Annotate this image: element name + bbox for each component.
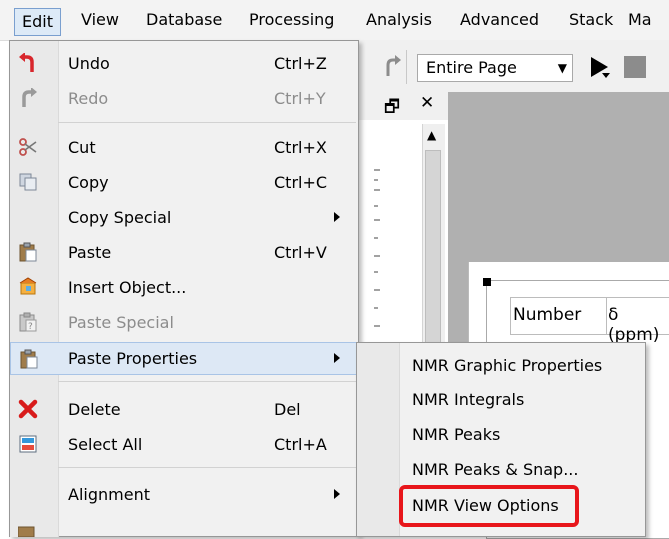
menu-item-shortcut: Ctrl+Y xyxy=(274,89,326,108)
undo-icon xyxy=(19,53,34,72)
menu-processing[interactable]: Processing xyxy=(249,0,334,40)
menu-item-delete[interactable]: Delete Del xyxy=(10,393,358,426)
menu-analysis[interactable]: Analysis xyxy=(366,0,432,40)
menu-item-label: Undo xyxy=(68,54,110,73)
delete-x-icon xyxy=(18,399,38,419)
submenu-arrow-icon xyxy=(334,489,340,499)
scissors-icon xyxy=(19,138,37,156)
menu-item-label: Paste xyxy=(68,243,112,262)
toolbar-separator xyxy=(406,50,407,84)
submenu-item-label: NMR Peaks xyxy=(412,425,501,444)
menu-item-copy[interactable]: Copy Ctrl+C xyxy=(10,166,358,199)
svg-text:?: ? xyxy=(28,322,33,332)
submenu-item-nmr-graphic-properties[interactable]: NMR Graphic Properties xyxy=(357,348,645,384)
menu-more[interactable]: Ma xyxy=(628,0,652,40)
chevron-down-icon: ▼ xyxy=(557,61,567,75)
select-all-icon xyxy=(19,435,37,453)
menu-database[interactable]: Database xyxy=(146,0,222,40)
menu-item-shortcut: Ctrl+C xyxy=(274,173,328,192)
submenu-item-label: NMR Graphic Properties xyxy=(412,356,603,375)
copy-icon xyxy=(19,173,37,191)
restore-window-icon[interactable]: 🗗 xyxy=(384,94,400,123)
menu-item-paste-special: ? Paste Special xyxy=(10,306,358,339)
menu-item-select-all[interactable]: Select All Ctrl+A xyxy=(10,428,358,461)
menu-item-label: Select All xyxy=(68,435,143,454)
redo-icon[interactable] xyxy=(382,54,402,78)
menu-item-redo: Redo Ctrl+Y xyxy=(10,82,358,115)
submenu-item-label: NMR Integrals xyxy=(412,390,525,409)
menu-item-label: Copy xyxy=(68,173,109,192)
play-icon[interactable] xyxy=(588,55,614,81)
menu-item-label: Redo xyxy=(68,89,109,108)
redo-icon xyxy=(22,88,37,107)
menu-stack[interactable]: Stack xyxy=(569,0,613,40)
menu-item-undo[interactable]: Undo Ctrl+Z xyxy=(10,47,358,80)
stop-icon[interactable] xyxy=(624,56,646,78)
menu-separator xyxy=(58,467,356,468)
menu-item-paste-properties[interactable]: Paste Properties xyxy=(10,342,358,375)
menu-item-label: Copy Special xyxy=(68,208,172,227)
partial-menu-icon xyxy=(18,526,35,537)
submenu-arrow-icon xyxy=(334,353,340,363)
close-icon[interactable]: ✕ xyxy=(420,93,434,113)
menu-item-shortcut: Ctrl+V xyxy=(274,243,327,262)
menu-bar: Edit View Database Processing Analysis A… xyxy=(0,0,669,41)
menu-item-copy-special[interactable]: Copy Special xyxy=(10,201,358,234)
menu-view[interactable]: View xyxy=(81,0,119,40)
menu-item-label: Cut xyxy=(68,138,96,157)
menu-item-alignment[interactable]: Alignment xyxy=(10,478,358,511)
submenu-arrow-icon xyxy=(334,212,340,222)
menu-item-shortcut: Ctrl+Z xyxy=(274,54,327,73)
annotation-highlight-box xyxy=(399,485,579,527)
resize-handle[interactable] xyxy=(483,278,491,286)
menu-advanced[interactable]: Advanced xyxy=(460,0,539,40)
menu-item-label: Delete xyxy=(68,400,121,419)
menu-item-shortcut: Ctrl+A xyxy=(274,435,327,454)
menu-separator xyxy=(58,122,356,123)
submenu-item-nmr-integrals[interactable]: NMR Integrals xyxy=(357,382,645,418)
table-header-shift: δ (ppm) xyxy=(608,305,660,345)
table-header-number: Number xyxy=(513,305,582,325)
paste-properties-icon xyxy=(20,349,38,369)
page-view-dropdown[interactable]: Entire Page ▼ xyxy=(417,54,573,82)
submenu-item-label: NMR Peaks & Snap... xyxy=(412,460,579,479)
menu-item-shortcut: Del xyxy=(274,400,301,419)
menu-item-cut[interactable]: Cut Ctrl+X xyxy=(10,131,358,164)
submenu-item-nmr-peaks-snap[interactable]: NMR Peaks & Snap... xyxy=(357,452,645,488)
menu-item-label: Paste Special xyxy=(68,313,174,332)
menu-item-label: Insert Object... xyxy=(68,278,187,297)
menu-edit[interactable]: Edit xyxy=(14,8,61,36)
clipboard-icon xyxy=(19,242,37,262)
menu-item-insert-object[interactable]: Insert Object... xyxy=(10,271,358,304)
menu-item-label: Paste Properties xyxy=(68,349,198,368)
insert-object-icon xyxy=(19,277,37,295)
paste-special-icon: ? xyxy=(19,312,37,332)
submenu-item-nmr-peaks[interactable]: NMR Peaks xyxy=(357,417,645,453)
menu-item-shortcut: Ctrl+X xyxy=(274,138,327,157)
page-view-value: Entire Page xyxy=(426,58,517,77)
menu-item-paste[interactable]: Paste Ctrl+V xyxy=(10,236,358,269)
scroll-up-icon[interactable]: ▲ xyxy=(427,128,436,142)
menu-item-label: Alignment xyxy=(68,485,150,504)
menu-separator xyxy=(58,381,356,382)
